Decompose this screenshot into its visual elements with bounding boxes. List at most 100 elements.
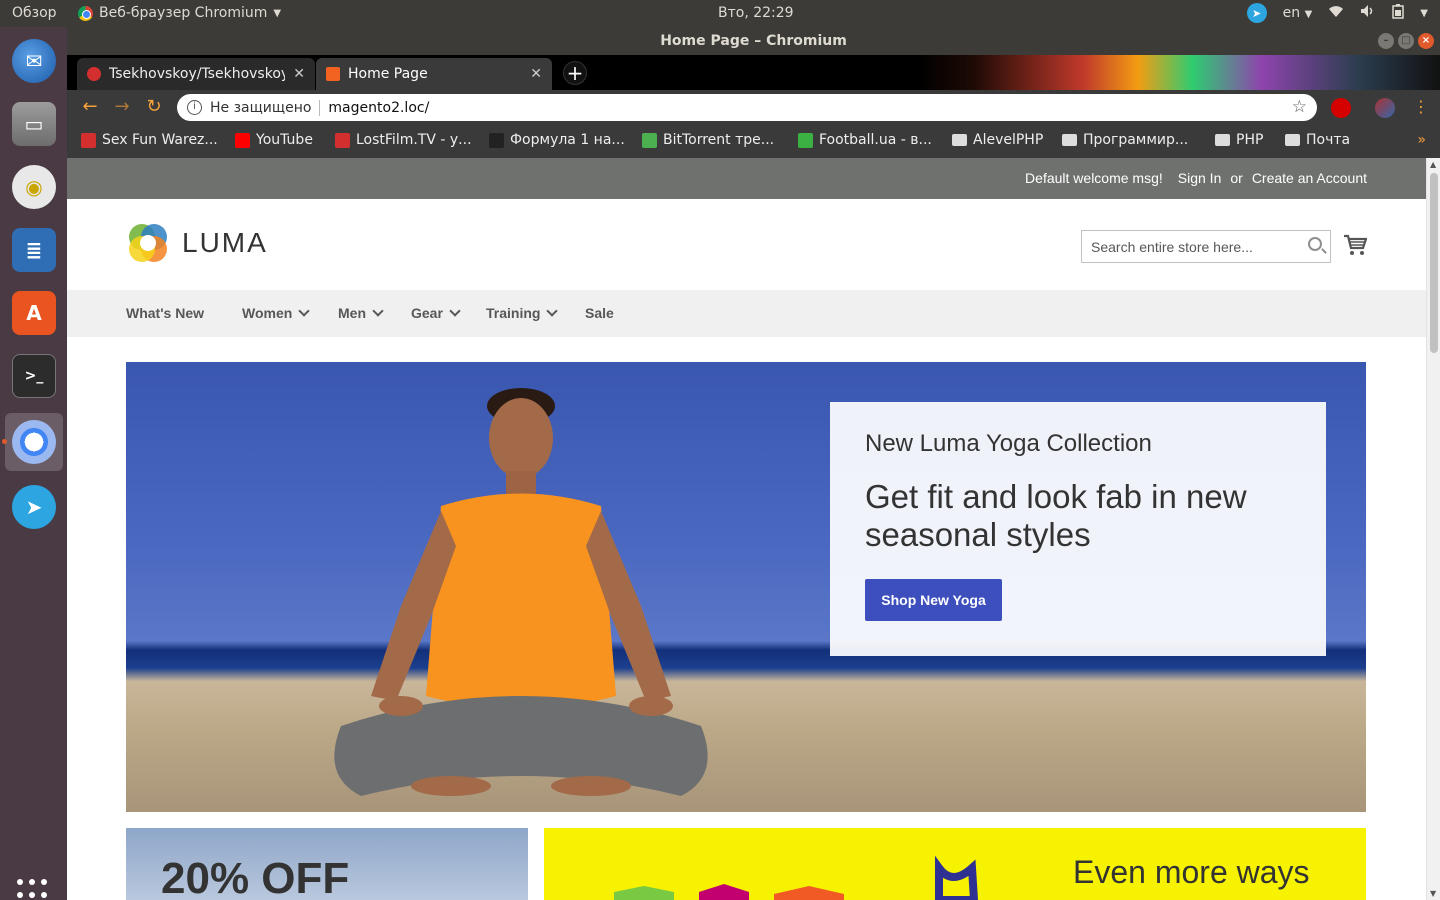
back-icon[interactable]: ← [79, 96, 101, 118]
terminal-icon: >_ [12, 354, 56, 398]
telegram-tray-icon[interactable]: ➤ [1246, 3, 1267, 23]
nav-item-men[interactable]: Men [338, 305, 384, 321]
page-viewport: Default welcome msg! Sign In or Create a… [67, 158, 1440, 900]
bookmark-label: Football.ua - в... [819, 132, 932, 148]
search-input[interactable]: Search entire store here... [1081, 230, 1331, 263]
battery-icon[interactable] [1392, 3, 1405, 23]
nav-item-whats-new[interactable]: What's New [126, 305, 204, 321]
main-navigation: What's New Women Men Gear Training Sale [67, 290, 1426, 337]
scroll-up-icon[interactable]: ▲ [1430, 160, 1436, 169]
system-menu-chevron-icon[interactable]: ▼ [1420, 8, 1428, 19]
luma-logo[interactable]: LUMA [126, 221, 268, 265]
sign-in-link[interactable]: Sign In [1178, 170, 1222, 186]
bookmark-label: Почта [1306, 132, 1351, 148]
chevron-down-icon: ▼ [1304, 9, 1313, 20]
nav-label: Sale [585, 305, 614, 321]
bookmark-star-icon[interactable]: ☆ [1292, 97, 1307, 117]
show-applications-icon[interactable] [17, 879, 51, 900]
dock-item-writer[interactable]: ≣ [5, 221, 63, 279]
dock-item-software[interactable]: A [5, 284, 63, 342]
promo-banner-more-ways[interactable]: Even more ways [544, 828, 1366, 900]
promo-banner-discount[interactable]: 20% OFF [126, 828, 528, 900]
adblock-extension-icon[interactable] [1331, 98, 1351, 118]
telegram-icon: ➤ [12, 485, 56, 529]
window-controls: – □ × [1378, 33, 1434, 49]
dock-item-rhythmbox[interactable]: ◉ [5, 158, 63, 216]
new-tab-button[interactable]: + [563, 61, 587, 85]
software-bag-icon: A [12, 291, 56, 335]
url-text[interactable]: magento2.loc/ [328, 100, 429, 116]
info-icon[interactable]: i [187, 100, 202, 115]
bookmark-folder[interactable]: AlevelPHP [952, 132, 1043, 148]
store-header: LUMA Search entire store here... [67, 199, 1426, 290]
bookmark-item[interactable]: BitTorrent тре... [642, 132, 774, 148]
keyboard-layout[interactable]: en ▼ [1283, 5, 1313, 21]
magento-favicon-icon [326, 67, 340, 81]
bookmark-item[interactable]: LostFilm.TV - у... [335, 132, 472, 148]
cart-icon[interactable] [1343, 233, 1367, 257]
nav-item-gear[interactable]: Gear [411, 305, 461, 321]
search-icon[interactable] [1308, 237, 1322, 251]
bookmark-folder[interactable]: Почта [1285, 132, 1350, 148]
bookmark-label: Формула 1 на... [510, 132, 625, 148]
forward-icon[interactable]: → [111, 96, 133, 118]
chevron-down-icon [546, 305, 559, 317]
nav-label: Men [338, 305, 366, 321]
hero-subtitle: New Luma Yoga Collection [865, 430, 1152, 457]
maximize-icon[interactable]: □ [1398, 33, 1414, 49]
address-bar[interactable]: i Не защищено magento2.loc/ ☆ [177, 94, 1317, 121]
keyboard-layout-label: en [1282, 5, 1301, 21]
hero-banner[interactable]: New Luma Yoga Collection Get fit and loo… [126, 362, 1366, 812]
security-status[interactable]: Не защищено [210, 100, 311, 116]
tab-github[interactable]: Tsekhovskoy/Tsekhovskoy ✕ [77, 58, 315, 90]
nav-item-women[interactable]: Women [242, 305, 310, 321]
app-menu-label: Веб-браузер Chromium [99, 5, 268, 21]
page-scrollbar[interactable]: ▲ ▼ [1426, 158, 1440, 900]
divider [319, 99, 321, 116]
scroll-down-icon[interactable]: ▼ [1430, 889, 1436, 898]
nav-label: Women [242, 305, 293, 321]
app-menu[interactable]: Веб-браузер Chromium ▼ [78, 5, 281, 21]
nav-label: Gear [411, 305, 443, 321]
bookmark-folder[interactable]: PHP [1215, 132, 1263, 148]
close-icon[interactable]: × [1418, 33, 1434, 49]
running-indicator [2, 439, 7, 444]
dock-item-files[interactable]: ▭ [5, 95, 63, 153]
promo-headline: Even more ways [1073, 854, 1310, 890]
bookmark-label: Sex Fun Warez... [102, 132, 218, 148]
dock-item-terminal[interactable]: >_ [5, 347, 63, 405]
volume-icon[interactable] [1360, 4, 1376, 22]
bookmark-item[interactable]: Sex Fun Warez... [81, 132, 218, 148]
folder-icon [952, 134, 967, 146]
tab-home-page[interactable]: Home Page ✕ [316, 58, 552, 90]
bookmark-folder[interactable]: Программир... [1062, 132, 1188, 148]
nav-item-sale[interactable]: Sale [585, 305, 614, 321]
activities-button[interactable]: Обзор [12, 5, 57, 21]
bookmark-item[interactable]: Football.ua - в... [798, 132, 932, 148]
menu-kebab-icon[interactable]: ⋮ [1413, 97, 1429, 116]
reload-icon[interactable]: ↻ [143, 96, 165, 118]
bookmark-item[interactable]: Формула 1 на... [489, 132, 625, 148]
hero-content-box: New Luma Yoga Collection Get fit and loo… [830, 402, 1326, 656]
ubuntu-top-panel: Обзор Веб-браузер Chromium ▼ Вто, 22:29 … [0, 0, 1440, 27]
create-account-link[interactable]: Create an Account [1252, 170, 1367, 186]
speaker-icon: ◉ [12, 165, 56, 209]
chromium-icon [78, 5, 93, 21]
dock-item-telegram[interactable]: ➤ [5, 478, 63, 536]
shop-new-yoga-button[interactable]: Shop New Yoga [865, 579, 1002, 621]
bookmark-label: PHP [1236, 132, 1264, 148]
clock[interactable]: Вто, 22:29 [718, 5, 794, 21]
minimize-icon[interactable]: – [1378, 33, 1394, 49]
profile-avatar[interactable] [1375, 98, 1395, 118]
bookmark-item[interactable]: YouTube [235, 132, 313, 148]
wifi-icon[interactable] [1328, 4, 1344, 22]
football-icon [798, 132, 813, 148]
more-bookmarks-icon[interactable]: » [1417, 132, 1426, 148]
dock-item-chromium[interactable] [2, 413, 63, 471]
scrollbar-thumb[interactable] [1430, 173, 1438, 353]
nav-item-training[interactable]: Training [486, 305, 559, 321]
thunderbird-icon: ✉ [12, 39, 56, 83]
dock-item-thunderbird[interactable]: ✉ [5, 32, 63, 90]
tab-close-icon[interactable]: ✕ [530, 66, 542, 82]
tab-close-icon[interactable]: ✕ [293, 66, 305, 82]
